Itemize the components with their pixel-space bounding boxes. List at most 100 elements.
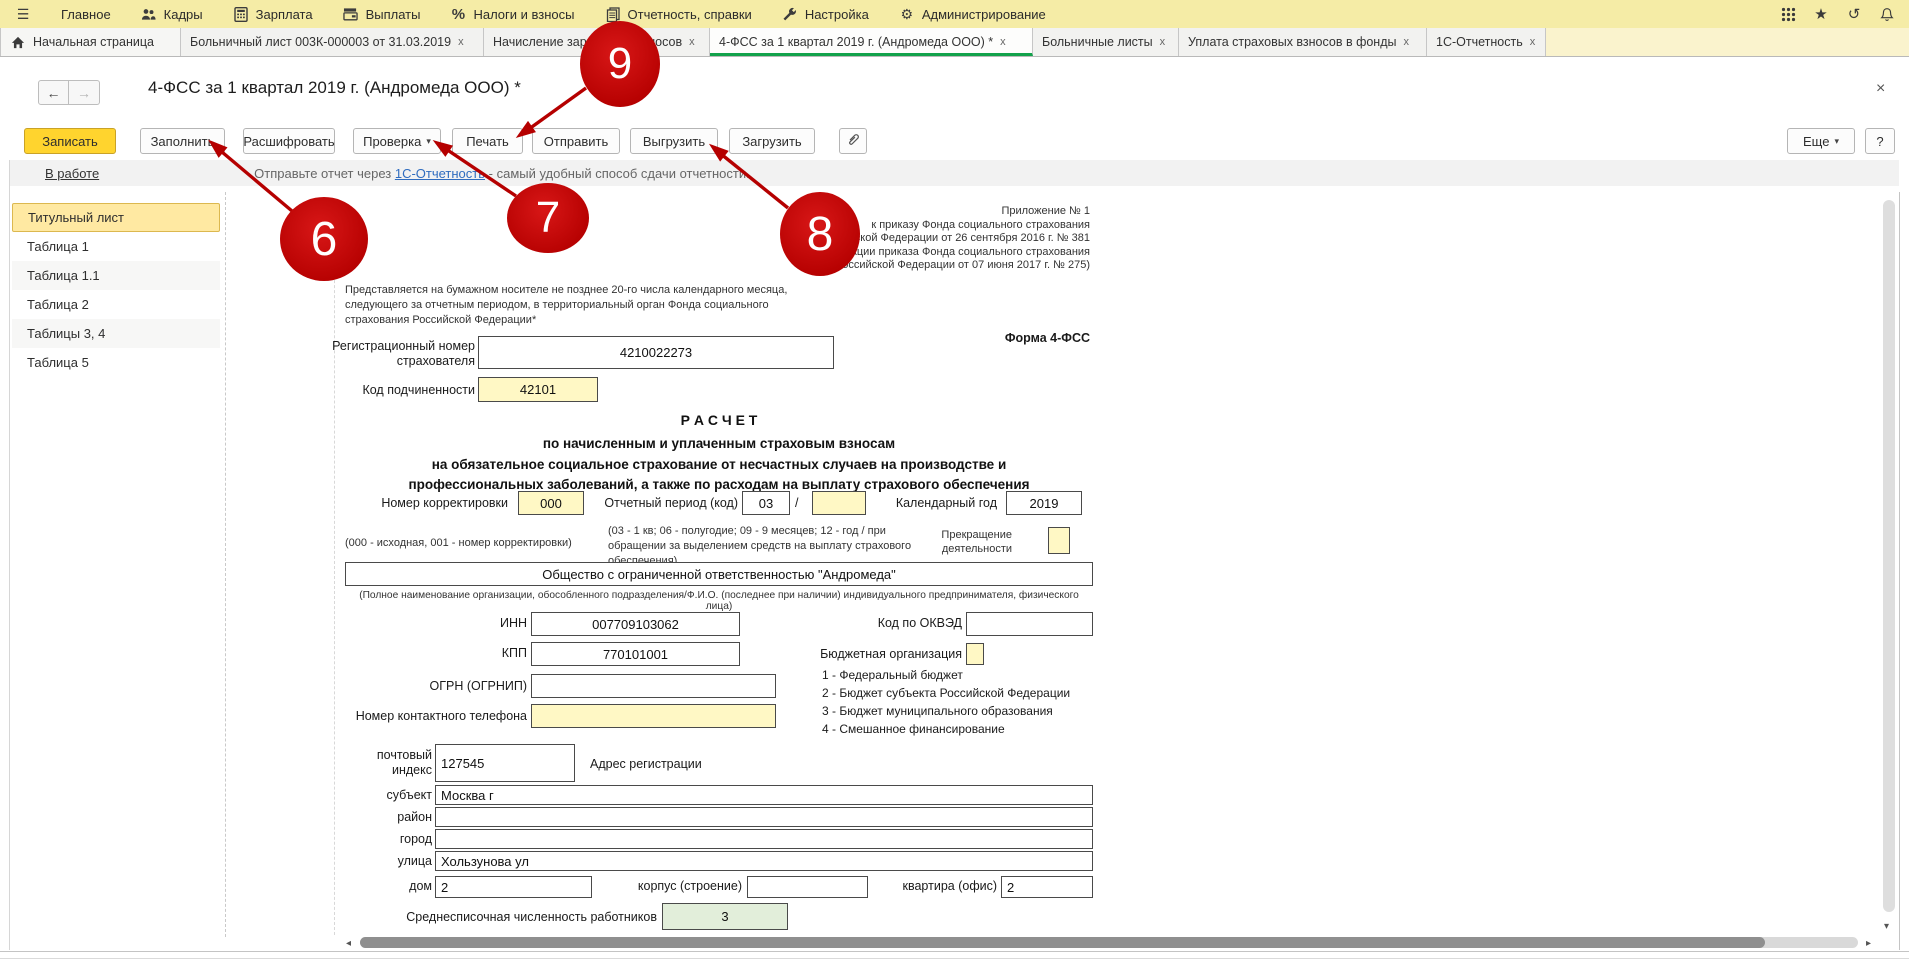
budget-option-3: 3 - Бюджет муниципального образования [822,704,1053,718]
bottom-divider-2 [0,958,1909,959]
menu-item-taxes[interactable]: % Налоги и взносы [435,0,589,28]
status-link[interactable]: В работе [45,166,99,181]
all-functions-grid-icon[interactable] [1776,3,1800,25]
tab-close-icon[interactable]: x [1404,36,1410,48]
budget-option-2: 2 - Бюджет субъекта Российской Федерации [822,686,1070,700]
region-field[interactable]: Москва г [435,785,1093,805]
print-button-label: Печать [466,134,509,149]
tab-close-icon[interactable]: x [1160,36,1166,48]
report-period-field[interactable]: 03 [742,491,790,515]
sidebar-item-table-1-1[interactable]: Таблица 1.1 [12,261,220,290]
forward-button[interactable]: → [69,80,100,105]
send-button[interactable]: Отправить [532,128,620,154]
decode-button[interactable]: Расшифровать [243,128,335,154]
subordination-field[interactable]: 42101 [478,377,598,402]
sidebar-item-table-2[interactable]: Таблица 2 [12,290,220,319]
tab-close-icon[interactable]: x [458,36,464,48]
calc-subtitle-1: по начисленным и уплаченным страховым вз… [345,436,1093,451]
horizontal-scrollbar-thumb[interactable] [360,937,1765,948]
tab-home[interactable]: Начальная страница [0,28,181,56]
help-button-label: ? [1876,134,1883,149]
tab-insurance-payments[interactable]: Уплата страховых взносов в фонды x [1179,28,1427,56]
subordination-label: Код подчиненности [275,383,475,397]
favorites-star-icon[interactable]: ★ [1809,3,1833,25]
reg-number-label: Регистрационный номерстрахователя [275,339,475,369]
tab-close-icon[interactable]: x [1000,36,1006,48]
help-button[interactable]: ? [1865,128,1895,154]
sidebar-item-label: Таблица 5 [27,355,89,370]
tab-1c-reporting[interactable]: 1С-Отчетность x [1427,28,1546,56]
report-status-bar: В работе Отправьте отчет через 1С-Отчетн… [10,160,1899,186]
menu-item-staff[interactable]: Кадры [126,0,218,28]
tab-sick-leaves-list[interactable]: Больничные листы x [1033,28,1179,56]
house-field[interactable]: 2 [435,876,592,898]
fill-button[interactable]: Заполнить [140,128,225,154]
apartment-field[interactable]: 2 [1001,876,1093,898]
back-button[interactable]: ← [38,80,69,105]
sidebar-item-title-page[interactable]: Титульный лист [12,203,220,232]
menu-item-main[interactable]: Главное [46,0,126,28]
close-window-icon[interactable]: × [1876,80,1885,98]
calendar-year-label: Календарный год [850,496,997,510]
tab-sick-leave-doc[interactable]: Больничный лист 003К-000003 от 31.03.201… [181,28,484,56]
menu-item-label: Администрирование [922,7,1046,22]
nav-history-buttons: ← → [38,80,100,105]
sidebar-item-table-5[interactable]: Таблица 5 [12,348,220,377]
menu-item-salary[interactable]: Зарплата [218,0,328,28]
menu-item-label: Кадры [164,7,203,22]
more-button[interactable]: Еще ▾ [1787,128,1855,154]
organization-caption: (Полное наименование организации, обособ… [345,590,1093,612]
history-icon[interactable]: ↺ [1842,3,1866,25]
calendar-year-field[interactable]: 2019 [1006,491,1082,515]
ogrn-field[interactable] [531,674,776,698]
headcount-field[interactable]: 3 [662,903,788,930]
phone-field[interactable] [531,704,776,728]
hscroll-left-arrow-icon[interactable]: ◂ [346,939,351,949]
sidebar-item-tables-3-4[interactable]: Таблицы 3, 4 [12,319,220,348]
sidebar-item-table-1[interactable]: Таблица 1 [12,232,220,261]
city-field[interactable] [435,829,1093,849]
hscroll-right-arrow-icon[interactable]: ▸ [1866,939,1871,949]
callout-number: 7 [536,193,560,243]
menu-item-administration[interactable]: ⚙ Администрирование [884,0,1061,28]
notifications-bell-icon[interactable] [1875,3,1899,25]
import-button[interactable]: Загрузить [729,128,815,154]
menu-item-settings[interactable]: Настройка [767,0,884,28]
inn-field[interactable]: 007709103062 [531,612,740,636]
vertical-scrollbar[interactable] [1883,200,1895,912]
hamburger-menu-button[interactable]: ☰ [0,0,46,28]
print-button[interactable]: Печать [452,128,523,154]
correction-hint: (000 - исходная, 001 - номер корректиров… [345,536,572,551]
sidebar-splitter[interactable] [225,192,226,937]
calc-subtitle-2: на обязательное социальное страхование о… [345,457,1093,472]
budget-org-field[interactable] [966,643,984,665]
tab-close-icon[interactable]: x [689,36,695,48]
postal-index-field[interactable]: 127545 [435,744,575,782]
reg-number-field[interactable]: 4210022273 [478,336,834,369]
termination-field[interactable] [1048,527,1070,554]
save-button[interactable]: Записать [24,128,116,154]
sidebar-item-label: Таблица 2 [27,297,89,312]
tab-4fss-report[interactable]: 4-ФСС за 1 квартал 2019 г. (Андромеда ОО… [710,28,1033,56]
street-field[interactable]: Хользунова ул [435,851,1093,871]
organization-name-field[interactable]: Общество с ограниченной ответственностью… [345,562,1093,586]
tab-close-icon[interactable]: x [1530,36,1536,48]
1c-reporting-link[interactable]: 1С-Отчетность [395,166,485,181]
send-button-label: Отправить [544,134,608,149]
menu-item-label: Налоги и взносы [473,7,574,22]
kpp-field[interactable]: 770101001 [531,642,740,666]
check-button[interactable]: Проверка ▾ [353,128,441,154]
vscroll-down-arrow-icon[interactable]: ▾ [1884,922,1889,932]
percent-icon: % [450,6,466,22]
district-field[interactable] [435,807,1093,827]
tab-label: Уплата страховых взносов в фонды [1188,35,1397,49]
menu-item-payments[interactable]: Выплаты [328,0,436,28]
budget-org-label: Бюджетная организация [770,647,962,661]
export-button[interactable]: Выгрузить [630,128,718,154]
callout-number: 9 [608,39,632,89]
sidebar-item-label: Титульный лист [28,210,124,225]
status-message-pre: Отправьте отчет через [254,166,395,181]
attachments-button[interactable] [839,128,867,154]
building-field[interactable] [747,876,868,898]
okved-field[interactable] [966,612,1093,636]
